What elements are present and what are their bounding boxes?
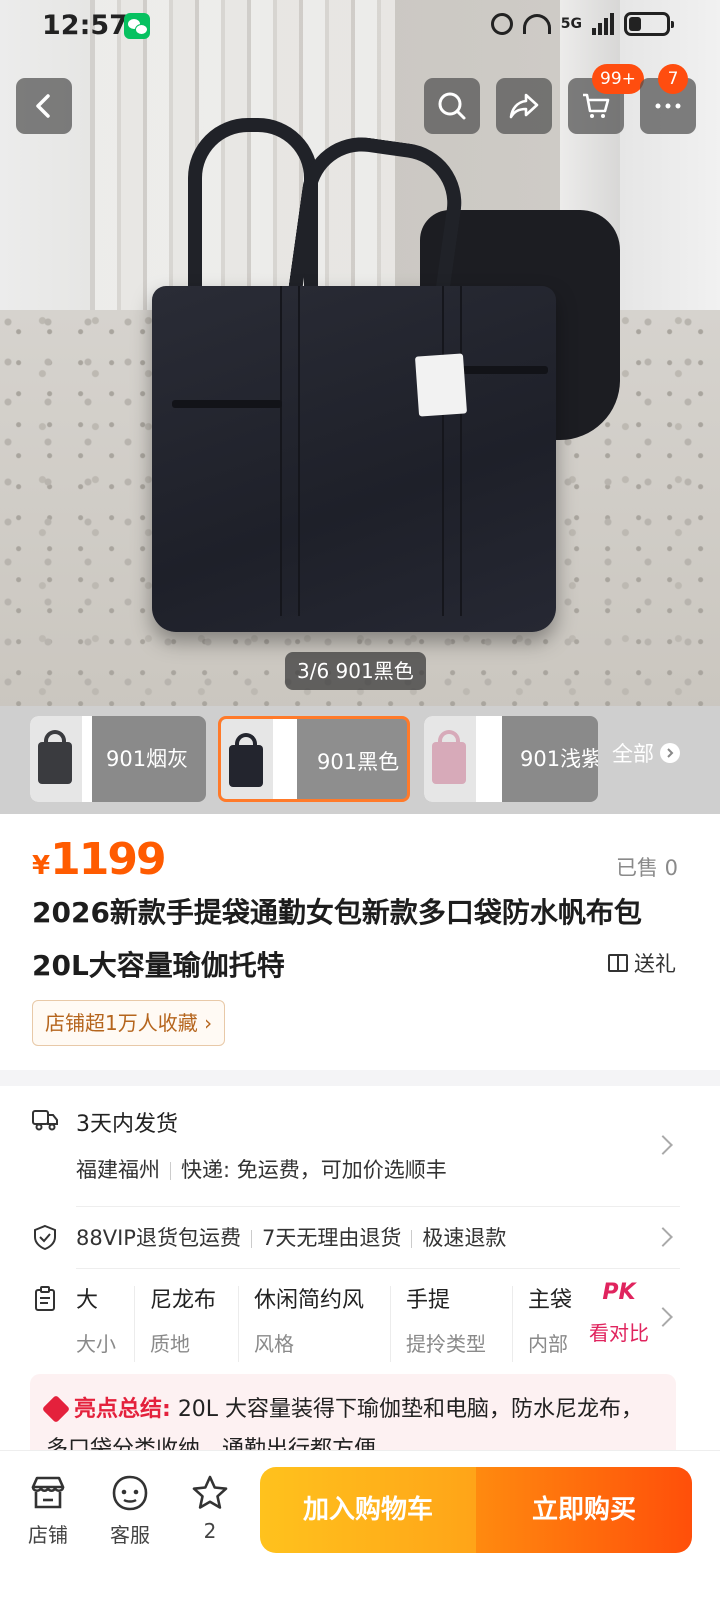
chevron-right-icon bbox=[660, 743, 680, 763]
sold-count: 已售 0 bbox=[615, 856, 678, 880]
back-arrow-icon bbox=[36, 94, 50, 118]
cart-count-badge: 99+ bbox=[592, 64, 644, 94]
product-price: ¥1199 bbox=[32, 834, 167, 885]
bag-seam bbox=[442, 286, 462, 616]
bottom-action-bar: 店铺 客服 2 加入购物车 立即购买 bbox=[0, 1450, 720, 1600]
guarantee-item: 88VIP退货包运费 bbox=[76, 1226, 241, 1250]
pk-icon: PK bbox=[602, 1280, 636, 1305]
sku-label: 901烟灰 bbox=[106, 747, 189, 771]
sku-option-black[interactable]: 901黑色 bbox=[218, 716, 410, 802]
image-counter: 3/6 901黑色 bbox=[285, 652, 426, 690]
attribute-style[interactable]: 休闲简约风 风格 bbox=[254, 1282, 364, 1357]
shop-label: 店铺 bbox=[28, 1523, 68, 1547]
return-guarantees[interactable]: 88VIP退货包运费 7天无理由退货 极速退款 bbox=[76, 1222, 506, 1252]
delivery-truck-icon bbox=[32, 1110, 58, 1131]
guarantee-item: 7天无理由退货 bbox=[261, 1226, 402, 1250]
share-icon bbox=[509, 93, 539, 119]
signal-icon bbox=[592, 13, 614, 35]
star-icon bbox=[192, 1475, 228, 1509]
status-time: 12:57 bbox=[42, 10, 128, 41]
sku-thumbnail bbox=[30, 716, 82, 802]
attribute-key: 内部 bbox=[528, 1332, 568, 1356]
product-title[interactable]: 2026新款手提袋通勤女包新款多口袋防水帆布包20L大容量瑜伽托特 bbox=[32, 886, 672, 992]
cart-button[interactable]: 99+ bbox=[568, 64, 644, 134]
shop-button[interactable]: 店铺 bbox=[18, 1473, 78, 1548]
customer-service-icon bbox=[112, 1475, 148, 1511]
shield-check-icon bbox=[34, 1224, 56, 1250]
price-tag bbox=[414, 353, 468, 417]
attribute-key: 风格 bbox=[254, 1332, 294, 1356]
battery-icon bbox=[624, 12, 674, 36]
gift-button[interactable]: 送礼 bbox=[608, 948, 676, 978]
bag-pocket bbox=[172, 400, 282, 408]
bag-pocket bbox=[452, 366, 548, 374]
message-count-badge: 7 bbox=[658, 64, 688, 94]
shop-favorites-tag[interactable]: 店铺超1万人收藏 › bbox=[32, 1000, 226, 1046]
tote-bag bbox=[152, 286, 556, 632]
attribute-value: 休闲简约风 bbox=[254, 1288, 365, 1313]
attribute-key: 质地 bbox=[150, 1332, 190, 1356]
attribute-value: 尼龙布 bbox=[150, 1288, 217, 1313]
attribute-interior[interactable]: 主袋 内部 bbox=[528, 1282, 572, 1357]
compare-label: 看对比 bbox=[589, 1321, 649, 1345]
wifi-icon bbox=[522, 14, 551, 34]
wechat-icon bbox=[124, 13, 150, 39]
shipping-origin: 福建福州 bbox=[76, 1158, 160, 1182]
more-icon bbox=[655, 103, 681, 109]
sku-thumbnail bbox=[221, 719, 273, 799]
price-value: 1199 bbox=[50, 834, 166, 885]
currency-symbol: ¥ bbox=[32, 851, 51, 881]
share-button[interactable] bbox=[496, 78, 552, 134]
gift-icon bbox=[608, 954, 628, 972]
cart-icon bbox=[583, 93, 610, 118]
sku-option-smoke-grey[interactable]: 901烟灰 bbox=[30, 716, 206, 802]
attribute-size[interactable]: 大 大小 bbox=[76, 1282, 116, 1357]
guarantee-item: 极速退款 bbox=[422, 1226, 507, 1250]
customer-service-label: 客服 bbox=[110, 1523, 150, 1547]
product-info-card: ¥1199 已售 0 2026新款手提袋通勤女包新款多口袋防水帆布包20L大容量… bbox=[0, 814, 720, 1070]
search-button[interactable] bbox=[424, 78, 480, 134]
status-icons: 5G bbox=[490, 12, 674, 36]
sku-view-all-label: 全部 bbox=[612, 742, 654, 766]
attribute-material[interactable]: 尼龙布 质地 bbox=[150, 1282, 216, 1357]
attribute-handle-type[interactable]: 手提 提拎类型 bbox=[406, 1282, 486, 1357]
sku-view-all[interactable]: 全部 bbox=[612, 738, 680, 768]
more-button[interactable]: 7 bbox=[640, 64, 696, 134]
shipping-express: 快递: 免运费，可加价选顺丰 bbox=[181, 1158, 447, 1182]
sku-label: 901黑色 bbox=[317, 750, 400, 774]
status-bar: 12:57 5G bbox=[0, 0, 720, 52]
bag-seam bbox=[280, 286, 300, 616]
compare-button[interactable]: PK 看对比 bbox=[582, 1280, 656, 1346]
attribute-key: 大小 bbox=[76, 1332, 116, 1356]
network-label: 5G bbox=[560, 16, 582, 32]
gift-label: 送礼 bbox=[634, 952, 676, 976]
sku-option-light-purple[interactable]: 901浅紫 bbox=[424, 716, 598, 802]
back-button[interactable] bbox=[16, 78, 72, 134]
favorite-count: 2 bbox=[203, 1519, 217, 1543]
customer-service-button[interactable]: 客服 bbox=[100, 1473, 160, 1548]
alarm-icon bbox=[490, 13, 513, 35]
sku-selector: 901烟灰 901黑色 901浅紫 全部 bbox=[0, 706, 720, 814]
attribute-key: 提拎类型 bbox=[406, 1332, 486, 1356]
search-icon bbox=[438, 92, 466, 120]
shipping-time: 3天内发货 bbox=[76, 1112, 178, 1137]
sparkle-icon bbox=[41, 1394, 71, 1424]
sku-thumbnail bbox=[424, 716, 476, 802]
shipping-details[interactable]: 福建福州 快递: 免运费，可加价选顺丰 bbox=[76, 1154, 447, 1184]
attribute-value: 手提 bbox=[406, 1288, 451, 1313]
product-detail-screen: 3/6 901黑色 12:57 5G 99+ 7 901烟灰 901黑色 901… bbox=[0, 0, 720, 1600]
add-to-cart-button[interactable]: 加入购物车 bbox=[260, 1467, 476, 1553]
buy-now-button[interactable]: 立即购买 bbox=[476, 1467, 692, 1553]
shop-icon bbox=[31, 1476, 65, 1509]
clipboard-icon bbox=[35, 1286, 55, 1311]
highlight-heading: 亮点总结: bbox=[74, 1397, 171, 1422]
attribute-value: 主袋 bbox=[528, 1288, 573, 1313]
sku-label: 901浅紫 bbox=[520, 747, 598, 771]
favorite-button[interactable]: 2 bbox=[180, 1473, 240, 1543]
attribute-value: 大 bbox=[76, 1288, 99, 1313]
